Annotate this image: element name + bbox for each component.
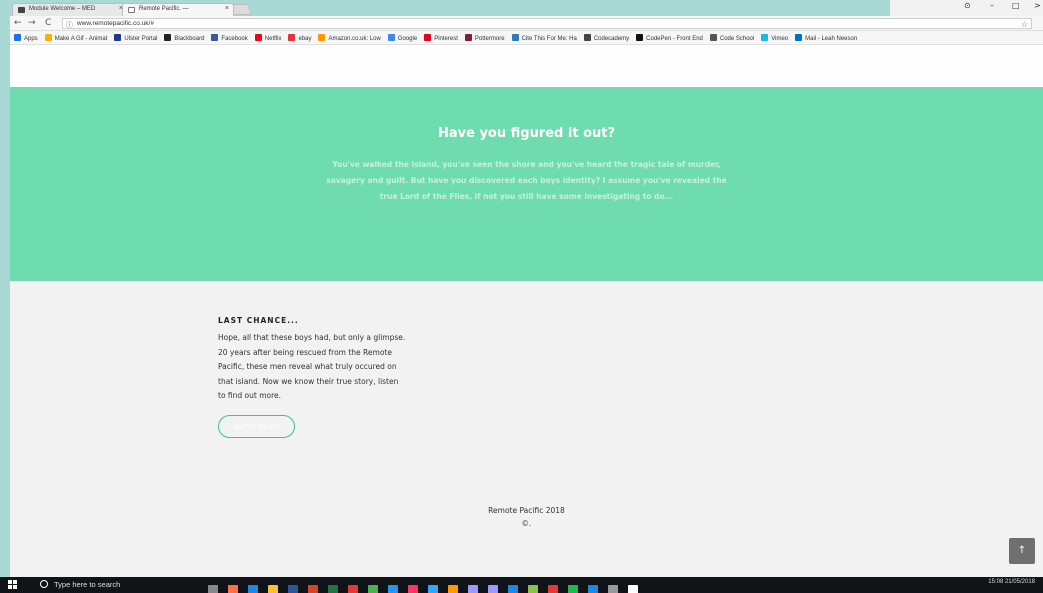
bookmark-item[interactable]: Codecademy — [583, 34, 629, 42]
close-window-button[interactable]: > — [1034, 1, 1041, 10]
system-tray: 15:08 21/05/2018 — [988, 579, 1035, 585]
bookmark-favicon-icon — [387, 34, 395, 41]
bookmark-favicon-icon — [511, 34, 519, 41]
bookmark-favicon-icon — [709, 34, 717, 41]
footer-symbol: ©. — [521, 519, 532, 528]
page-icon — [128, 7, 135, 13]
taskbar-app-icon[interactable] — [608, 585, 618, 593]
blackboard-icon — [18, 7, 25, 13]
bookmark-item[interactable]: Blackboard — [164, 34, 204, 42]
url-text: www.remotepacific.co.uk/# — [77, 20, 154, 27]
bookmark-item[interactable]: Apps — [14, 34, 38, 42]
web-page: Have you figured it out? You've walked t… — [10, 45, 1043, 577]
bookmark-favicon-icon — [254, 34, 262, 41]
tab-strip: Module Welcome – MED × Remote Pacific. —… — [10, 0, 890, 16]
taskbar-app-icon[interactable] — [528, 585, 538, 593]
bookmark-item[interactable]: Vimeo — [761, 34, 788, 42]
taskbar-app-icon[interactable] — [368, 585, 378, 593]
scroll-to-top-button[interactable]: ↑ — [1009, 538, 1035, 564]
taskbar-app-icon[interactable] — [448, 585, 458, 593]
close-tab-icon[interactable]: × — [225, 5, 229, 12]
taskbar-app-icon[interactable] — [388, 585, 398, 593]
address-bar-row: ← → C ⓘ www.remotepacific.co.uk/# ☆ — [10, 16, 1043, 31]
bookmark-item[interactable]: Mail - Leah Neeson — [795, 34, 857, 42]
bookmark-item[interactable]: Netflix — [254, 34, 281, 42]
forward-icon[interactable]: → — [28, 18, 36, 28]
footer-copyright: Remote Pacific 2018 — [488, 506, 565, 515]
hero-section: Have you figured it out? You've walked t… — [10, 87, 1043, 281]
taskbar-app-icon[interactable] — [408, 585, 418, 593]
taskbar-app-icon[interactable] — [488, 585, 498, 593]
last-chance-title: LAST CHANCE... — [218, 316, 299, 325]
cortana-icon — [40, 580, 48, 588]
taskbar-app-icon[interactable] — [588, 585, 598, 593]
bookmark-item[interactable]: Pinterest — [424, 34, 458, 42]
hero-title: Have you figured it out? — [437, 126, 616, 141]
taskbar-app-icon[interactable] — [348, 585, 358, 593]
bookmark-item[interactable]: CodePen - Front End — [636, 34, 703, 42]
bookmark-favicon-icon — [14, 34, 21, 41]
taskbar-app-icon[interactable] — [468, 585, 478, 593]
bookmarks-bar: Apps Make A Gif - Animat Ulster Portal Blac… — [10, 31, 1043, 45]
bookmark-item[interactable]: Cite This For Me: Ha — [511, 34, 577, 42]
taskbar-app-icon[interactable] — [508, 585, 518, 593]
page-header-strip — [10, 45, 1043, 87]
bookmark-favicon-icon — [583, 34, 591, 41]
reload-icon[interactable]: C — [45, 18, 51, 28]
minimize-button[interactable]: – — [990, 1, 994, 10]
watch-video-button[interactable]: WATCH VIDEO — [218, 415, 295, 438]
address-input[interactable]: ⓘ www.remotepacific.co.uk/# ☆ — [62, 18, 1032, 29]
account-icon[interactable]: ⊙ — [964, 1, 971, 10]
taskbar-app-icon[interactable] — [548, 585, 558, 593]
tab-module-welcome[interactable]: Module Welcome – MED × — [12, 3, 128, 16]
bookmark-item[interactable]: Make A Gif - Animat — [44, 34, 107, 42]
bookmark-item[interactable]: Pottermore — [464, 34, 505, 42]
clock-time[interactable]: 15:08 — [988, 579, 1003, 585]
bookmark-item[interactable]: Facebook — [211, 34, 248, 42]
bookmark-favicon-icon — [464, 34, 472, 41]
bookmark-star-icon[interactable]: ☆ — [1021, 20, 1028, 29]
footer: Remote Pacific 2018 ©. — [10, 504, 1043, 530]
taskbar-app-icon[interactable] — [208, 585, 218, 593]
last-chance-section: LAST CHANCE... Hope, all that these boys… — [10, 281, 1043, 577]
taskbar-app-icon[interactable] — [268, 585, 278, 593]
info-icon[interactable]: ⓘ — [66, 20, 73, 30]
windows-start-icon[interactable] — [8, 580, 18, 590]
taskbar-app-icon[interactable] — [308, 585, 318, 593]
bookmark-favicon-icon — [44, 34, 52, 41]
bookmark-item[interactable]: ebay — [288, 34, 311, 42]
bookmark-favicon-icon — [318, 34, 326, 41]
taskbar-app-icon[interactable] — [628, 585, 638, 593]
taskbar-apps — [208, 580, 648, 593]
last-chance-text: Hope, all that these boys had, but only … — [218, 333, 406, 400]
bookmark-item[interactable]: Code School — [709, 34, 754, 42]
bookmark-favicon-icon — [164, 34, 172, 41]
bookmark-item[interactable]: Ulster Portal — [114, 34, 157, 42]
bookmark-item[interactable]: Amazon.co.uk: Low — [318, 34, 381, 42]
taskbar-app-icon[interactable] — [328, 585, 338, 593]
taskbar-search[interactable]: Type here to search — [40, 580, 120, 589]
bookmark-favicon-icon — [114, 34, 122, 41]
bookmark-item[interactable]: Google — [387, 34, 417, 42]
bookmark-favicon-icon — [636, 34, 644, 41]
back-icon[interactable]: ← — [14, 18, 22, 28]
bookmark-favicon-icon — [424, 34, 432, 41]
clock-date[interactable]: 21/05/2018 — [1005, 579, 1035, 585]
hero-text: You've walked the island, you've seen th… — [326, 160, 727, 201]
taskbar-app-icon[interactable] — [248, 585, 258, 593]
taskbar: Type here to search 15:08 21/05/2018 — [0, 577, 1043, 593]
taskbar-app-icon[interactable] — [288, 585, 298, 593]
bookmark-favicon-icon — [288, 34, 296, 41]
tab-remote-pacific[interactable]: Remote Pacific. — × — [122, 3, 234, 16]
bookmark-favicon-icon — [795, 34, 803, 41]
bookmark-favicon-icon — [211, 34, 219, 41]
taskbar-app-icon[interactable] — [428, 585, 438, 593]
taskbar-app-icon[interactable] — [228, 585, 238, 593]
bookmark-favicon-icon — [761, 34, 769, 41]
taskbar-app-icon[interactable] — [568, 585, 578, 593]
maximize-button[interactable]: □ — [1012, 1, 1020, 10]
